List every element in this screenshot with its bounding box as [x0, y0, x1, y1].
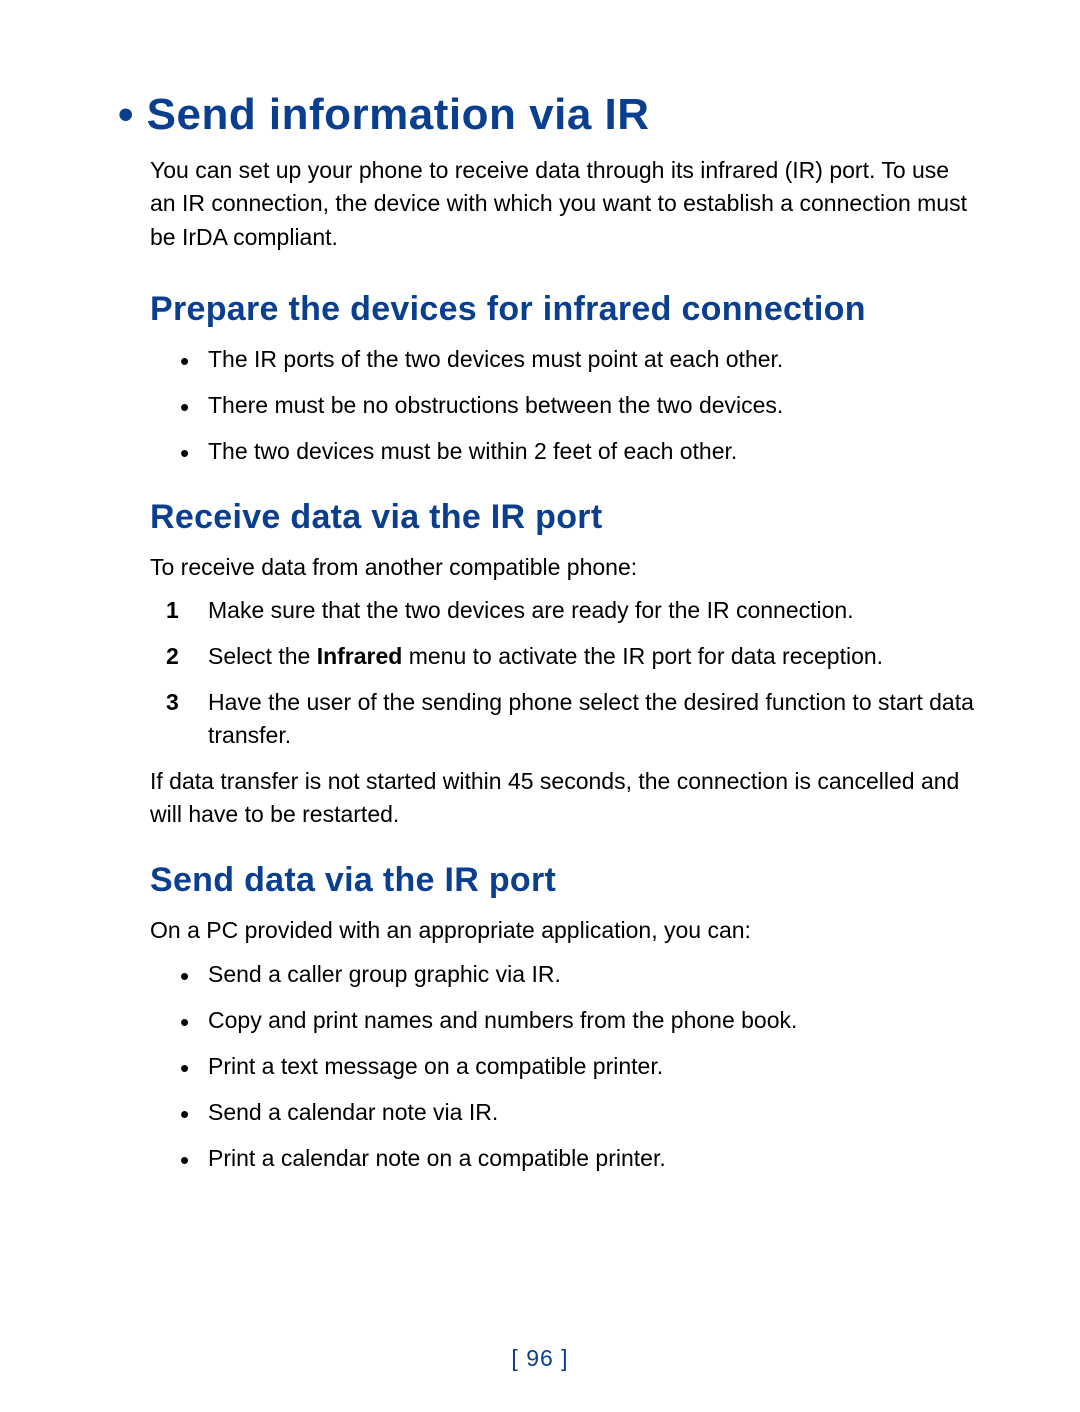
- send-intro: On a PC provided with an appropriate app…: [150, 914, 980, 947]
- list-item: There must be no obstructions between th…: [180, 389, 980, 421]
- list-item: Print a calendar note on a compatible pr…: [180, 1142, 980, 1174]
- list-item: 3 Have the user of the sending phone sel…: [150, 686, 980, 750]
- section-title-prepare: Prepare the devices for infrared connect…: [150, 290, 980, 329]
- section-title-receive: Receive data via the IR port: [150, 498, 980, 537]
- list-item: The two devices must be within 2 feet of…: [180, 435, 980, 467]
- step-text: Make sure that the two devices are ready…: [208, 597, 854, 623]
- list-item: Print a text message on a compatible pri…: [180, 1050, 980, 1082]
- list-item: Send a caller group graphic via IR.: [180, 958, 980, 990]
- step-text: Have the user of the sending phone selec…: [208, 689, 974, 747]
- step-bold: Infrared: [317, 643, 403, 669]
- receive-steps-list: 1 Make sure that the two devices are rea…: [150, 594, 980, 751]
- page-title: • Send information via IR: [118, 90, 980, 140]
- receive-intro: To receive data from another compatible …: [150, 551, 980, 584]
- list-item: 2 Select the Infrared menu to activate t…: [150, 640, 980, 672]
- list-item: Send a calendar note via IR.: [180, 1096, 980, 1128]
- prepare-bullet-list: The IR ports of the two devices must poi…: [180, 343, 980, 468]
- list-item: Copy and print names and numbers from th…: [180, 1004, 980, 1036]
- list-item: The IR ports of the two devices must poi…: [180, 343, 980, 375]
- step-number: 1: [166, 594, 179, 626]
- list-item: 1 Make sure that the two devices are rea…: [150, 594, 980, 626]
- section-title-send: Send data via the IR port: [150, 861, 980, 900]
- step-text-after: menu to activate the IR port for data re…: [402, 643, 883, 669]
- send-bullet-list: Send a caller group graphic via IR. Copy…: [180, 958, 980, 1175]
- document-page: • Send information via IR You can set up…: [0, 0, 1080, 1175]
- page-number: [ 96 ]: [0, 1345, 1080, 1372]
- step-number: 2: [166, 640, 179, 672]
- receive-note: If data transfer is not started within 4…: [150, 765, 980, 832]
- intro-paragraph: You can set up your phone to receive dat…: [150, 154, 980, 254]
- step-text-before: Select the: [208, 643, 317, 669]
- step-number: 3: [166, 686, 179, 718]
